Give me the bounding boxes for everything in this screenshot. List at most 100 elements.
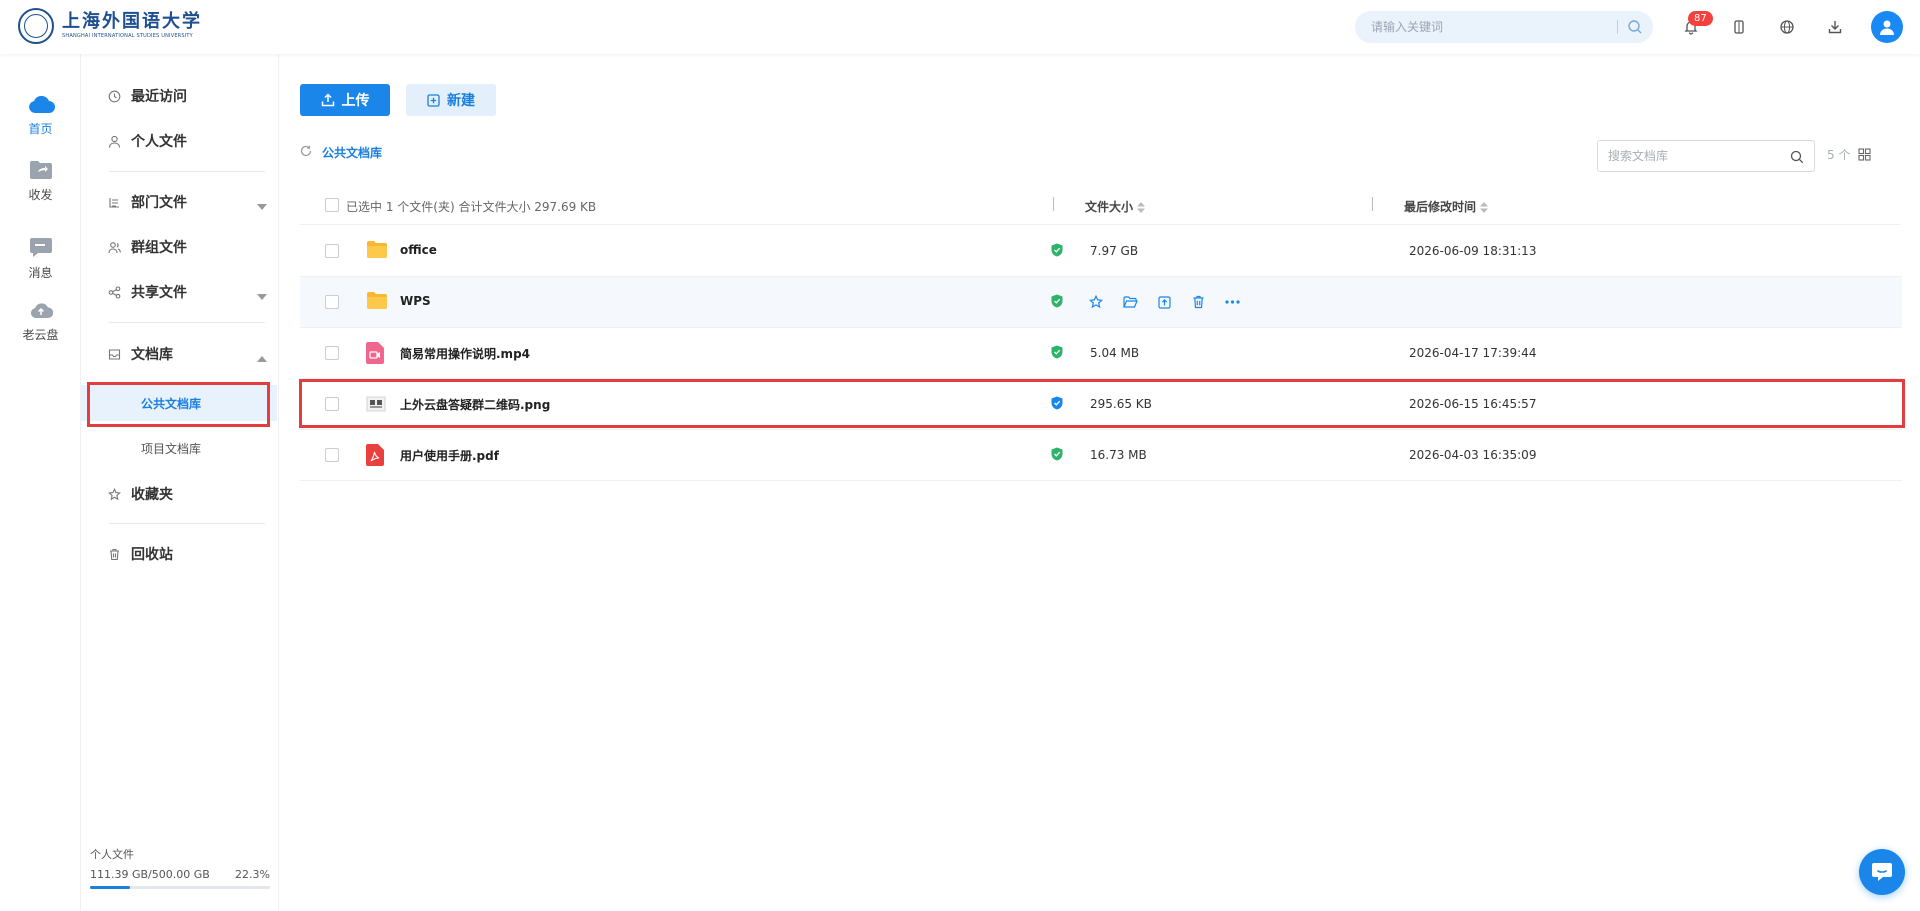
- breadcrumb: 公共文档库: [300, 144, 382, 161]
- file-size: 5.04 MB: [1090, 346, 1140, 360]
- file-name[interactable]: 简易常用操作说明.mp4: [400, 345, 530, 362]
- quota-label: 个人文件: [90, 848, 134, 861]
- select-all-checkbox[interactable]: [325, 198, 339, 212]
- quota-used: 111.39 GB/500.00 GB: [90, 868, 210, 881]
- old-cloud-icon: [27, 296, 55, 324]
- logo-subtitle: SHANGHAI INTERNATIONAL STUDIES UNIVERSIT…: [62, 33, 193, 39]
- table-row[interactable]: 简易常用操作说明.mp4 5.04 MB 2026-04-17 17:39:44: [300, 328, 1902, 379]
- image-thumbnail-icon: [366, 393, 388, 415]
- sidebar-item-label: 回收站: [131, 547, 173, 563]
- table-row[interactable]: WPS: [300, 277, 1902, 328]
- share-folder-icon: [27, 156, 55, 184]
- file-modified: 2026-04-17 17:39:44: [1409, 346, 1537, 360]
- search-icon[interactable]: [1627, 19, 1643, 35]
- refresh-icon[interactable]: [300, 145, 312, 160]
- sidebar-item-group[interactable]: 群组文件: [107, 232, 267, 262]
- row-checkbox[interactable]: [325, 397, 339, 411]
- sidebar-item-favorites[interactable]: 收藏夹: [107, 479, 267, 509]
- column-header-size[interactable]: 文件大小: [1085, 198, 1146, 215]
- favorite-star-icon[interactable]: [1086, 293, 1106, 311]
- shield-check-icon: [1051, 396, 1063, 413]
- table-row[interactable]: 上外云盘答疑群二维码.png 295.65 KB 2026-06-15 16:4…: [300, 379, 1902, 430]
- message-icon: [27, 234, 55, 262]
- column-header-modified[interactable]: 最后修改时间: [1404, 198, 1489, 215]
- chat-support-button[interactable]: [1859, 849, 1905, 895]
- nav-messages[interactable]: 消息: [0, 234, 81, 281]
- column-header-size-label: 文件大小: [1085, 200, 1134, 214]
- sidebar-item-library[interactable]: 文档库: [107, 339, 267, 369]
- sidebar-item-label: 收藏夹: [131, 487, 173, 503]
- upload-to-icon[interactable]: [1154, 293, 1174, 311]
- quota-bar: [90, 886, 270, 889]
- column-divider[interactable]: [1372, 197, 1373, 211]
- file-modified: 2026-06-09 18:31:13: [1409, 244, 1537, 258]
- sidebar-item-department[interactable]: 部门文件: [107, 187, 267, 217]
- open-folder-icon[interactable]: [1120, 293, 1140, 311]
- more-icon[interactable]: [1222, 293, 1242, 311]
- nav-inbox[interactable]: 收发: [0, 156, 81, 203]
- logo-title: 上海外国语大学: [62, 11, 202, 32]
- table-row[interactable]: 用户使用手册.pdf 16.73 MB 2026-04-03 16:35:09: [300, 430, 1902, 481]
- sidebar-item-personal[interactable]: 个人文件: [107, 126, 267, 156]
- sidebar-item-recent[interactable]: 最近访问: [107, 81, 267, 111]
- sidebar-item-label: 个人文件: [131, 134, 187, 150]
- sidebar-item-shared[interactable]: 共享文件: [107, 277, 267, 307]
- row-checkbox[interactable]: [325, 448, 339, 462]
- top-bar: 上海外国语大学 SHANGHAI INTERNATIONAL STUDIES U…: [0, 0, 1920, 54]
- file-name[interactable]: WPS: [400, 294, 431, 308]
- file-size: 295.65 KB: [1090, 397, 1152, 411]
- phone-icon[interactable]: [1728, 16, 1750, 38]
- search-divider: [1617, 20, 1618, 34]
- search-icon[interactable]: [1790, 149, 1804, 168]
- row-checkbox[interactable]: [325, 295, 339, 309]
- selection-summary: 已选中 1 个文件(夹) 合计文件大小 297.69 KB: [346, 200, 597, 214]
- column-divider[interactable]: [1053, 197, 1054, 211]
- new-button[interactable]: 新建: [406, 84, 496, 116]
- globe-icon[interactable]: [1776, 16, 1798, 38]
- sidebar: 最近访问 个人文件 部门文件 群组文件 共享文件 文档库 公共文档库 项目文档库…: [81, 54, 279, 911]
- sidebar-item-label: 群组文件: [131, 240, 187, 256]
- user-avatar[interactable]: [1871, 11, 1903, 43]
- caret-up-icon[interactable]: [257, 350, 267, 366]
- shield-check-icon: [1051, 345, 1063, 362]
- nav-messages-label: 消息: [28, 266, 53, 280]
- delete-icon[interactable]: [1188, 293, 1208, 311]
- file-name[interactable]: office: [400, 243, 437, 257]
- shield-check-icon: [1051, 294, 1063, 311]
- row-checkbox[interactable]: [325, 244, 339, 258]
- file-name[interactable]: 用户使用手册.pdf: [400, 447, 499, 464]
- star-icon: [107, 487, 121, 501]
- global-search-input[interactable]: [1371, 11, 1611, 43]
- file-size: 7.97 GB: [1090, 244, 1139, 258]
- caret-down-icon[interactable]: [257, 288, 267, 304]
- university-logo[interactable]: 上海外国语大学 SHANGHAI INTERNATIONAL STUDIES U…: [18, 8, 202, 44]
- notification-badge: 87: [1688, 11, 1713, 26]
- caret-down-icon[interactable]: [257, 198, 267, 214]
- table-row[interactable]: office 7.97 GB 2026-06-09 18:31:13: [300, 226, 1902, 277]
- sidebar-divider: [109, 322, 265, 323]
- main-content: 上传 新建 公共文档库 5 个 已选中 1 个文件(夹) 合计文件大小 297.…: [280, 54, 1920, 911]
- nav-old-cloud[interactable]: 老云盘: [0, 296, 81, 343]
- plus-square-icon: [427, 93, 440, 107]
- sidebar-item-project-library[interactable]: 项目文档库: [81, 430, 277, 466]
- grid-view-icon[interactable]: [1858, 146, 1871, 165]
- quota-bar-fill: [90, 886, 131, 889]
- row-actions: [1086, 293, 1256, 311]
- library-icon: [107, 347, 121, 361]
- sidebar-item-label: 部门文件: [131, 195, 187, 211]
- library-search-input[interactable]: [1608, 141, 1778, 171]
- nav-inbox-label: 收发: [28, 188, 53, 202]
- file-name[interactable]: 上外云盘答疑群二维码.png: [400, 396, 550, 413]
- folder-icon: [366, 240, 388, 262]
- new-label: 新建: [447, 93, 475, 109]
- upload-button[interactable]: 上传: [300, 84, 390, 116]
- nav-home[interactable]: 首页: [0, 90, 81, 137]
- sidebar-item-public-library[interactable]: 公共文档库: [81, 385, 277, 421]
- row-checkbox[interactable]: [325, 346, 339, 360]
- breadcrumb-current[interactable]: 公共文档库: [322, 144, 382, 161]
- column-header-modified-label: 最后修改时间: [1404, 200, 1477, 214]
- sidebar-item-recycle[interactable]: 回收站: [107, 539, 267, 569]
- library-search: [1597, 140, 1815, 172]
- download-icon[interactable]: [1824, 16, 1846, 38]
- upload-label: 上传: [341, 93, 370, 109]
